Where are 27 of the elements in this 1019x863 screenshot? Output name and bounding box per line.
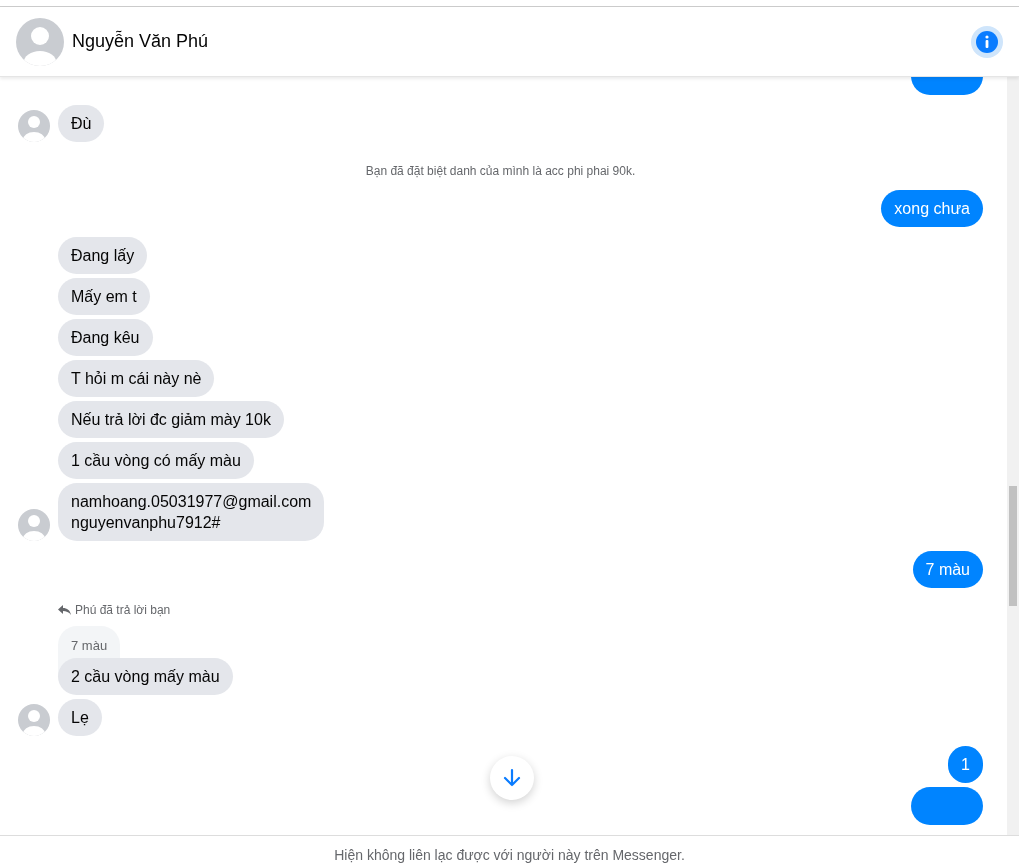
message-bubble: namhoang.05031977@gmail.com nguyenvanphu7912# — [58, 483, 325, 541]
message-bubble: 1 cầu vòng có mấy màu — [58, 442, 254, 479]
scrollbar-thumb[interactable] — [1009, 486, 1017, 606]
message-bubble: Đang lấy — [58, 237, 148, 274]
message-bubble: 2 cầu vòng mấy màu — [58, 657, 233, 695]
system-note: Bạn đã đặt biệt danh của mình là acc phi phai 90k. — [364, 163, 637, 180]
arrow-down-icon — [503, 768, 521, 788]
scroll-down-button[interactable] — [490, 756, 534, 800]
message-bubble: 7 màu — [912, 551, 983, 588]
message-bubble: Nếu trả lời đc giảm mày 10k — [58, 401, 284, 438]
message-bubble: Đang kêu — [58, 319, 153, 356]
message-bubble: Đù — [58, 105, 105, 142]
footer-notice: Hiện không liên lạc được với người này trên Messenger. — [334, 847, 685, 863]
avatar — [16, 17, 64, 66]
message-bubble: 1 — [948, 745, 983, 783]
message-bubble: Lẹ — [58, 698, 102, 736]
message-bubble — [911, 786, 983, 825]
avatar — [18, 110, 50, 142]
reply-icon — [58, 605, 71, 615]
message-bubble: T hỏi m cái này nè — [58, 360, 215, 397]
avatar — [18, 703, 50, 736]
avatar — [18, 509, 50, 541]
reply-label: Phú đã trả lời bạn — [75, 602, 171, 619]
message-bubble: xong chưa — [881, 190, 983, 227]
info-icon[interactable] — [971, 25, 1003, 58]
message-bubble: Mấy em t — [58, 278, 150, 315]
contact-name: Nguyễn Văn Phú — [72, 29, 209, 53]
